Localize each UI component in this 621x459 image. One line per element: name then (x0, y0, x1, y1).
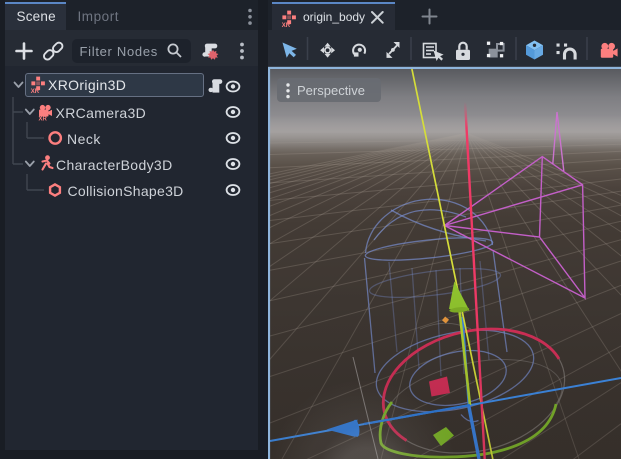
svg-text:XR: XR (39, 117, 48, 123)
svg-text:XR: XR (31, 89, 40, 95)
